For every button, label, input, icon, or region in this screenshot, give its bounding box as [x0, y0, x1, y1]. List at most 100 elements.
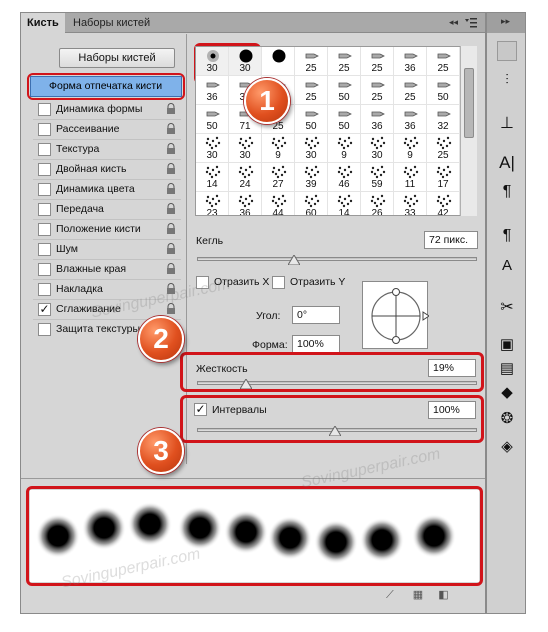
brush-tip-cell[interactable]: 33 [394, 192, 427, 215]
option-checkbox[interactable] [38, 183, 51, 196]
brush-tip-cell[interactable]: 30 [295, 134, 328, 163]
spacing-checkbox[interactable]: ✓ [194, 403, 207, 416]
brush-tip-cell[interactable]: 50 [427, 76, 460, 105]
option-checkbox[interactable] [38, 323, 51, 336]
brush-tip-cell[interactable]: 50 [196, 105, 229, 134]
tab-brush[interactable]: Кисть [21, 13, 65, 33]
expand-icon[interactable]: ▸▸ [501, 16, 510, 27]
brush-tip-cell[interactable]: 36 [394, 47, 427, 76]
angle-field[interactable]: 0° [292, 306, 340, 324]
brush-tip-cell[interactable]: 27 [262, 163, 295, 192]
option-checkbox[interactable]: ✓ [38, 303, 51, 316]
brush-tip-cell[interactable]: 50 [328, 76, 361, 105]
hardness-slider-thumb[interactable] [239, 378, 253, 390]
option-row[interactable]: Динамика формы [33, 99, 181, 118]
brush-tip-cell[interactable]: 30 [196, 134, 229, 163]
brush-tip-cell[interactable]: 25 [361, 76, 394, 105]
brush-tip-cell[interactable]: 59 [361, 163, 394, 192]
spacing-field[interactable]: 100% [428, 401, 476, 419]
character-styles-icon[interactable]: A [497, 257, 517, 277]
brush-tip-cell[interactable]: 44 [262, 192, 295, 215]
brush-tip-cell[interactable]: 25 [394, 76, 427, 105]
option-checkbox[interactable] [38, 283, 51, 296]
paragraph-styles-icon[interactable]: ¶ [497, 227, 517, 247]
brush-tip-cell[interactable]: 25 [427, 47, 460, 76]
brush-tip-cell[interactable]: 25 [295, 47, 328, 76]
option-row[interactable]: Текстура [33, 139, 181, 158]
brush-tip-cell[interactable]: 30 [361, 134, 394, 163]
brush-tip-cell[interactable] [262, 47, 295, 76]
brush-tip-cell[interactable]: 42 [427, 192, 460, 215]
brush-tip-cell[interactable]: 17 [427, 163, 460, 192]
brush-tip-cell[interactable]: 9 [394, 134, 427, 163]
angle-roundness-widget[interactable] [362, 281, 430, 349]
lock-icon[interactable] [166, 123, 176, 135]
layers-icon[interactable]: ◈ [497, 437, 517, 457]
option-checkbox[interactable] [38, 203, 51, 216]
brush-tip-cell[interactable]: 24 [229, 163, 262, 192]
option-row[interactable]: Динамика цвета [33, 179, 181, 198]
option-checkbox[interactable] [38, 143, 51, 156]
paragraph-icon[interactable]: ¶ [497, 183, 517, 203]
brush-preview-icon[interactable]: ⟋ [386, 589, 394, 601]
size-slider-thumb[interactable] [287, 254, 301, 266]
mixer-icon[interactable]: ⫶ [497, 71, 517, 91]
option-row[interactable]: Влажные края [33, 259, 181, 278]
tool-presets-icon[interactable]: ✂ [497, 297, 517, 317]
brush-tip-cell[interactable]: 32 [427, 105, 460, 134]
brush-tip-cell[interactable]: 39 [295, 163, 328, 192]
brush-tip-cell[interactable]: 60 [295, 192, 328, 215]
brush-tip-cell[interactable]: 9 [262, 134, 295, 163]
grid-scrollbar[interactable] [460, 46, 477, 216]
lock-icon[interactable] [166, 143, 176, 155]
lock-icon[interactable] [166, 203, 176, 215]
lock-icon[interactable] [166, 183, 176, 195]
option-checkbox[interactable] [38, 243, 51, 256]
brush-tip-cell[interactable]: 50 [295, 105, 328, 134]
hardness-field[interactable]: 19% [428, 359, 476, 377]
size-slider[interactable] [197, 257, 477, 261]
brush-tip-cell[interactable]: 25 [427, 134, 460, 163]
brush-tip-cell[interactable]: 30 [229, 134, 262, 163]
brush-tip-cell[interactable]: 23 [196, 192, 229, 215]
grid-icon[interactable]: ▦ [413, 589, 423, 601]
brush-tip-cell[interactable]: 14 [328, 192, 361, 215]
option-row[interactable]: Двойная кисть [33, 159, 181, 178]
lock-icon[interactable] [166, 243, 176, 255]
brush-tip-cell[interactable]: 11 [394, 163, 427, 192]
hardness-slider[interactable] [197, 381, 477, 385]
brush-tip-cell[interactable]: 9 [328, 134, 361, 163]
option-checkbox[interactable] [38, 103, 51, 116]
size-field[interactable]: 72 пикс. [424, 231, 478, 249]
tab-brush-presets[interactable]: Наборы кистей [67, 13, 167, 33]
3d-icon[interactable]: ◆ [497, 383, 517, 403]
brush-tip-cell[interactable]: 30 [196, 47, 229, 76]
new-preset-icon[interactable]: ◧ [438, 589, 448, 601]
roundness-field[interactable]: 100% [292, 335, 340, 353]
brush-tip-cell[interactable]: 30 [229, 47, 262, 76]
character-icon[interactable]: A| [497, 153, 517, 173]
option-row[interactable]: Положение кисти [33, 219, 181, 238]
panel-menu-icon[interactable] [465, 17, 477, 28]
brush-tip-cell[interactable]: 46 [328, 163, 361, 192]
scrollbar-thumb[interactable] [464, 68, 474, 138]
brush-tip-cell[interactable]: 36 [196, 76, 229, 105]
lock-icon[interactable] [166, 103, 176, 115]
lock-icon[interactable] [166, 163, 176, 175]
option-row[interactable]: Шум [33, 239, 181, 258]
brush-tip-cell[interactable]: 36 [361, 105, 394, 134]
brush-panel-icon[interactable] [497, 41, 517, 61]
flip-y-checkbox[interactable] [272, 276, 285, 289]
option-checkbox[interactable] [38, 223, 51, 236]
brush-tip-cell[interactable]: 36 [394, 105, 427, 134]
brush-presets-button[interactable]: Наборы кистей [59, 48, 175, 68]
lock-icon[interactable] [166, 223, 176, 235]
channels-icon[interactable]: ❂ [497, 409, 517, 429]
brush-tip-cell[interactable]: 25 [295, 76, 328, 105]
option-checkbox[interactable] [38, 263, 51, 276]
spacing-slider-thumb[interactable] [328, 425, 342, 437]
option-checkbox[interactable] [38, 163, 51, 176]
brush-tip-cell[interactable]: 25 [328, 47, 361, 76]
option-row[interactable]: Передача [33, 199, 181, 218]
info-icon[interactable]: ▤ [497, 359, 517, 379]
